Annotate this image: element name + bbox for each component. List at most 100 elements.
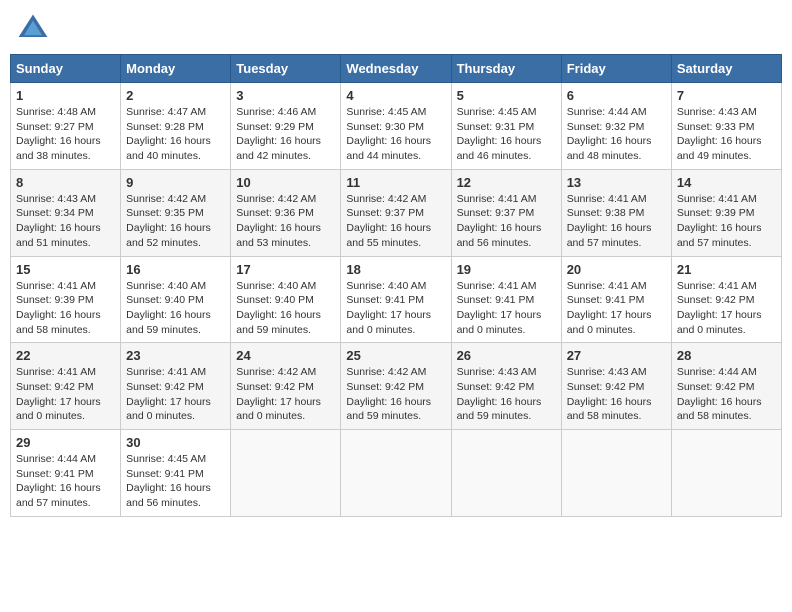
day-number: 27	[567, 348, 666, 363]
day-info: Sunrise: 4:44 AMSunset: 9:42 PMDaylight:…	[677, 365, 776, 424]
sunrise: Sunrise: 4:44 AM	[16, 453, 96, 465]
daylight: Daylight: 16 hours and 55 minutes.	[346, 222, 431, 249]
calendar-day-cell	[341, 430, 451, 517]
logo	[15, 10, 55, 46]
calendar-day-cell: 11 Sunrise: 4:42 AMSunset: 9:37 PMDayligh…	[341, 169, 451, 256]
day-number: 24	[236, 348, 335, 363]
daylight: Daylight: 16 hours and 49 minutes.	[677, 135, 762, 162]
calendar-day-cell: 16 Sunrise: 4:40 AMSunset: 9:40 PMDayligh…	[121, 256, 231, 343]
sunset: Sunset: 9:42 PM	[16, 381, 94, 393]
sunrise: Sunrise: 4:42 AM	[126, 193, 206, 205]
sunrise: Sunrise: 4:45 AM	[126, 453, 206, 465]
sunrise: Sunrise: 4:43 AM	[677, 106, 757, 118]
calendar-day-cell: 5Sunrise: 4:45 AMSunset: 9:31 PMDaylight…	[451, 83, 561, 170]
sunset: Sunset: 9:31 PM	[457, 121, 535, 133]
daylight: Daylight: 16 hours and 51 minutes.	[16, 222, 101, 249]
day-info: Sunrise: 4:41 AMSunset: 9:42 PMDaylight:…	[126, 365, 225, 424]
daylight: Daylight: 16 hours and 52 minutes.	[126, 222, 211, 249]
sunset: Sunset: 9:41 PM	[457, 294, 535, 306]
calendar-day-cell	[231, 430, 341, 517]
day-info: Sunrise: 4:42 AM Sunset: 9:35 PM Daylight:…	[126, 192, 225, 251]
day-info: Sunrise: 4:42 AMSunset: 9:37 PMDaylight:…	[346, 192, 445, 251]
daylight: Daylight: 17 hours and 0 minutes.	[346, 309, 431, 336]
sunset: Sunset: 9:33 PM	[677, 121, 755, 133]
sunrise: Sunrise: 4:48 AM	[16, 106, 96, 118]
calendar-day-cell: 24 Sunrise: 4:42 AMSunset: 9:42 PMDayligh…	[231, 343, 341, 430]
sunset: Sunset: 9:38 PM	[567, 207, 645, 219]
calendar-week-row: 15 Sunrise: 4:41 AMSunset: 9:39 PMDayligh…	[11, 256, 782, 343]
calendar-day-cell: 22Sunrise: 4:41 AMSunset: 9:42 PMDayligh…	[11, 343, 121, 430]
day-number: 11	[346, 175, 445, 190]
daylight: Daylight: 16 hours and 48 minutes.	[567, 135, 652, 162]
daylight: Daylight: 16 hours and 56 minutes.	[126, 482, 211, 509]
day-number: 26	[457, 348, 556, 363]
calendar-day-cell: 12 Sunrise: 4:41 AM Sunset: 9:37 PM Dayligh…	[451, 169, 561, 256]
daylight: Daylight: 16 hours and 58 minutes.	[16, 309, 101, 336]
day-number: 12	[457, 175, 556, 190]
sunrise: Sunrise: 4:43 AM	[567, 366, 647, 378]
day-number: 16	[126, 262, 225, 277]
day-number: 4	[346, 88, 445, 103]
calendar-day-cell: 1Sunrise: 4:48 AMSunset: 9:27 PMDaylight…	[11, 83, 121, 170]
daylight: Daylight: 16 hours and 40 minutes.	[126, 135, 211, 162]
sunset: Sunset: 9:28 PM	[126, 121, 204, 133]
day-info: Sunrise: 4:45 AMSunset: 9:30 PMDaylight:…	[346, 105, 445, 164]
calendar-day-cell: 23Sunrise: 4:41 AMSunset: 9:42 PMDayligh…	[121, 343, 231, 430]
calendar-day-cell: 10 Sunrise: 4:42 AMSunset: 9:36 PMDayligh…	[231, 169, 341, 256]
sunset: Sunset: 9:30 PM	[346, 121, 424, 133]
sunrise: Sunrise: 4:44 AM	[677, 366, 757, 378]
daylight: Daylight: 16 hours and 59 minutes.	[457, 396, 542, 423]
sunrise: Sunrise: 4:41 AM	[16, 366, 96, 378]
sunset: Sunset: 9:42 PM	[567, 381, 645, 393]
day-info: Sunrise: 4:41 AMSunset: 9:41 PMDaylight:…	[457, 279, 556, 338]
day-number: 18	[346, 262, 445, 277]
day-number: 15	[16, 262, 115, 277]
sunset: Sunset: 9:39 PM	[677, 207, 755, 219]
daylight: Daylight: 16 hours and 56 minutes.	[457, 222, 542, 249]
day-number: 14	[677, 175, 776, 190]
sunset: Sunset: 9:42 PM	[126, 381, 204, 393]
day-info: Sunrise: 4:41 AM Sunset: 9:37 PM Daylight:…	[457, 192, 556, 251]
sunset: Sunset: 9:35 PM	[126, 207, 204, 219]
sunset: Sunset: 9:29 PM	[236, 121, 314, 133]
calendar-header-row: SundayMondayTuesdayWednesdayThursdayFrid…	[11, 55, 782, 83]
calendar-week-row: 22Sunrise: 4:41 AMSunset: 9:42 PMDayligh…	[11, 343, 782, 430]
sunset: Sunset: 9:34 PM	[16, 207, 94, 219]
sunrise: Sunrise: 4:41 AM	[457, 193, 537, 205]
calendar-day-cell: 29Sunrise: 4:44 AMSunset: 9:41 PMDayligh…	[11, 430, 121, 517]
day-info: Sunrise: 4:41 AMSunset: 9:39 PMDaylight:…	[16, 279, 115, 338]
sunrise: Sunrise: 4:42 AM	[346, 366, 426, 378]
sunset: Sunset: 9:37 PM	[346, 207, 424, 219]
sunrise: Sunrise: 4:41 AM	[567, 193, 647, 205]
day-info: Sunrise: 4:42 AMSunset: 9:42 PMDaylight:…	[236, 365, 335, 424]
day-number: 28	[677, 348, 776, 363]
sunset: Sunset: 9:37 PM	[457, 207, 535, 219]
sunrise: Sunrise: 4:45 AM	[346, 106, 426, 118]
day-number: 29	[16, 435, 115, 450]
day-number: 19	[457, 262, 556, 277]
day-info: Sunrise: 4:40 AMSunset: 9:41 PMDaylight:…	[346, 279, 445, 338]
daylight: Daylight: 16 hours and 46 minutes.	[457, 135, 542, 162]
daylight: Daylight: 16 hours and 59 minutes.	[346, 396, 431, 423]
day-number: 6	[567, 88, 666, 103]
calendar-day-header: Friday	[561, 55, 671, 83]
sunset: Sunset: 9:42 PM	[236, 381, 314, 393]
day-number: 7	[677, 88, 776, 103]
sunset: Sunset: 9:32 PM	[567, 121, 645, 133]
sunset: Sunset: 9:42 PM	[346, 381, 424, 393]
day-info: Sunrise: 4:45 AMSunset: 9:31 PMDaylight:…	[457, 105, 556, 164]
day-info: Sunrise: 4:42 AMSunset: 9:36 PMDaylight:…	[236, 192, 335, 251]
calendar-day-cell	[561, 430, 671, 517]
day-number: 3	[236, 88, 335, 103]
sunset: Sunset: 9:27 PM	[16, 121, 94, 133]
sunrise: Sunrise: 4:40 AM	[236, 280, 316, 292]
calendar-day-cell: 26Sunrise: 4:43 AMSunset: 9:42 PMDayligh…	[451, 343, 561, 430]
sunrise: Sunrise: 4:44 AM	[567, 106, 647, 118]
calendar-table: SundayMondayTuesdayWednesdayThursdayFrid…	[10, 54, 782, 517]
daylight: Daylight: 17 hours and 0 minutes.	[236, 396, 321, 423]
sunrise: Sunrise: 4:42 AM	[236, 193, 316, 205]
calendar-day-cell: 30Sunrise: 4:45 AMSunset: 9:41 PMDayligh…	[121, 430, 231, 517]
day-info: Sunrise: 4:40 AMSunset: 9:40 PMDaylight:…	[126, 279, 225, 338]
day-number: 10	[236, 175, 335, 190]
sunrise: Sunrise: 4:40 AM	[346, 280, 426, 292]
